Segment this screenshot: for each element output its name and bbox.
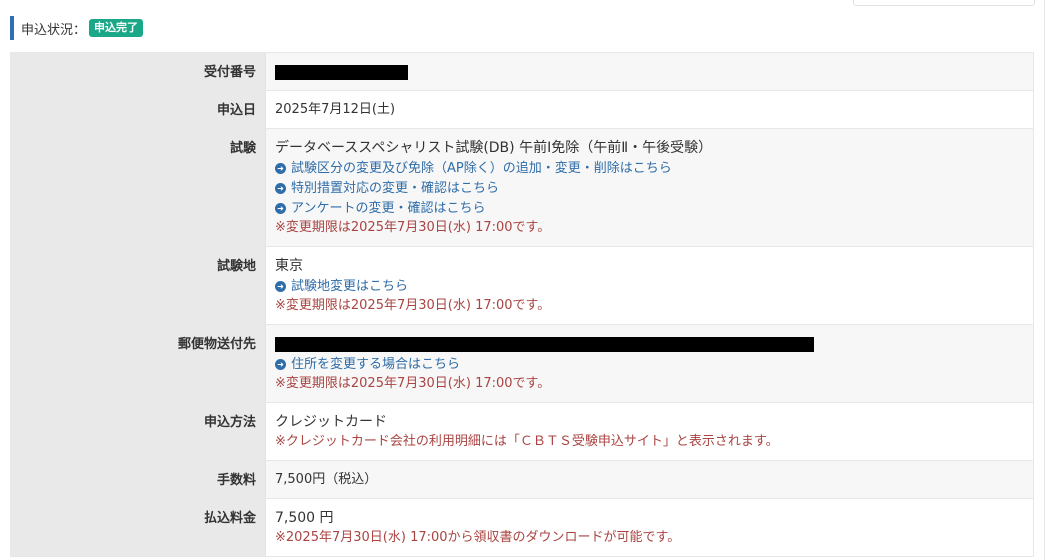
exam-site-label: 試験地 [11,247,266,324]
circle-arrow-right-icon: ➜ [275,203,286,214]
redacted-address [275,337,814,352]
redacted-receipt-number [275,65,408,80]
scroll-divider [1044,0,1045,560]
exam-cell: データベーススペシャリスト試験(DB) 午前Ⅰ免除（午前Ⅱ・午後受験） ➜ 試験… [266,129,1033,246]
application-status: 申込状況： 申込完了 [10,16,144,40]
exam-site-value: 東京 [275,258,303,274]
special-measures-text[interactable]: 特別措置対応の変更・確認はこちら [291,179,499,199]
site-change-deadline-note: ※変更期限は2025年7月30日(水) 17:00です。 [275,298,551,313]
row-payment-amount: 払込料金 7,500 円 ※2025年7月30日(水) 17:00から領収書のダ… [11,499,1033,556]
application-date-cell: 2025年7月12日(土) [266,91,1033,128]
fee-cell: 7,500円（税込） [266,461,1033,498]
row-payment-method: 申込方法 クレジットカード ※クレジットカード会社の利用明細には「ＣＢＴＳ受験申… [11,403,1033,461]
row-fee: 手数料 7,500円（税込） [11,461,1033,499]
receipt-number-value [266,53,1033,90]
circle-arrow-right-icon: ➜ [275,359,286,370]
special-measures-link[interactable]: ➜ 特別措置対応の変更・確認はこちら [275,179,499,199]
receipt-download-note: ※2025年7月30日(水) 17:00から領収書のダウンロードが可能です。 [275,530,681,545]
mailing-address-label: 郵便物送付先 [11,325,266,402]
change-exam-category-text[interactable]: 試験区分の変更及び免除（AP除く）の追加・変更・削除はこちら [291,159,672,179]
fee-label: 手数料 [11,461,266,498]
change-exam-site-text[interactable]: 試験地変更はこちら [291,277,408,297]
fee-value: 7,500円（税込） [275,472,378,487]
payment-method-value: クレジットカード [275,414,387,430]
survey-link[interactable]: ➜ アンケートの変更・確認はこちら [275,199,485,219]
mailing-address-cell: ➜ 住所を変更する場合はこちら ※変更期限は2025年7月30日(水) 17:0… [266,325,1033,402]
application-date-value: 2025年7月12日(土) [275,102,396,117]
circle-arrow-right-icon: ➜ [275,163,286,174]
receipt-number-label: 受付番号 [11,53,266,90]
exam-label: 試験 [11,129,266,246]
circle-arrow-right-icon: ➜ [275,281,286,292]
status-badge: 申込完了 [89,19,144,37]
application-details-table: 受付番号 申込日 2025年7月12日(土) 試験 データベーススペシャリスト試… [10,52,1034,557]
application-date-label: 申込日 [11,91,266,128]
exam-change-deadline-note: ※変更期限は2025年7月30日(水) 17:00です。 [275,220,551,235]
survey-link-text[interactable]: アンケートの変更・確認はこちら [291,199,485,219]
circle-arrow-right-icon: ➜ [275,183,286,194]
row-mailing-address: 郵便物送付先 ➜ 住所を変更する場合はこちら ※変更期限は2025年7月30日(… [11,325,1033,403]
row-exam-site: 試験地 東京 ➜ 試験地変更はこちら ※変更期限は2025年7月30日(水) 1… [11,247,1033,325]
top-panel-edge [853,0,1035,6]
payment-method-label: 申込方法 [11,403,266,460]
status-label: 申込状況： [21,22,87,38]
row-receipt-number: 受付番号 [11,53,1033,91]
exam-site-cell: 東京 ➜ 試験地変更はこちら ※変更期限は2025年7月30日(水) 17:00… [266,247,1033,324]
payment-amount-label: 払込料金 [11,499,266,556]
mailing-address-value [275,334,1033,354]
change-address-text[interactable]: 住所を変更する場合はこちら [291,355,460,375]
payment-amount-cell: 7,500 円 ※2025年7月30日(水) 17:00から領収書のダウンロード… [266,499,1033,556]
row-application-date: 申込日 2025年7月12日(土) [11,91,1033,129]
exam-name: データベーススペシャリスト試験(DB) 午前Ⅰ免除（午前Ⅱ・午後受験） [275,140,713,156]
change-exam-category-link[interactable]: ➜ 試験区分の変更及び免除（AP除く）の追加・変更・削除はこちら [275,159,672,179]
row-exam: 試験 データベーススペシャリスト試験(DB) 午前Ⅰ免除（午前Ⅱ・午後受験） ➜… [11,129,1033,247]
status-accent-bar [10,16,14,40]
payment-amount-value: 7,500 円 [275,510,334,526]
address-change-deadline-note: ※変更期限は2025年7月30日(水) 17:00です。 [275,376,551,391]
change-exam-site-link[interactable]: ➜ 試験地変更はこちら [275,277,408,297]
credit-card-statement-note: ※クレジットカード会社の利用明細には「ＣＢＴＳ受験申込サイト」と表示されます。 [275,434,779,449]
change-address-link[interactable]: ➜ 住所を変更する場合はこちら [275,355,460,375]
payment-method-cell: クレジットカード ※クレジットカード会社の利用明細には「ＣＢＴＳ受験申込サイト」… [266,403,1033,460]
